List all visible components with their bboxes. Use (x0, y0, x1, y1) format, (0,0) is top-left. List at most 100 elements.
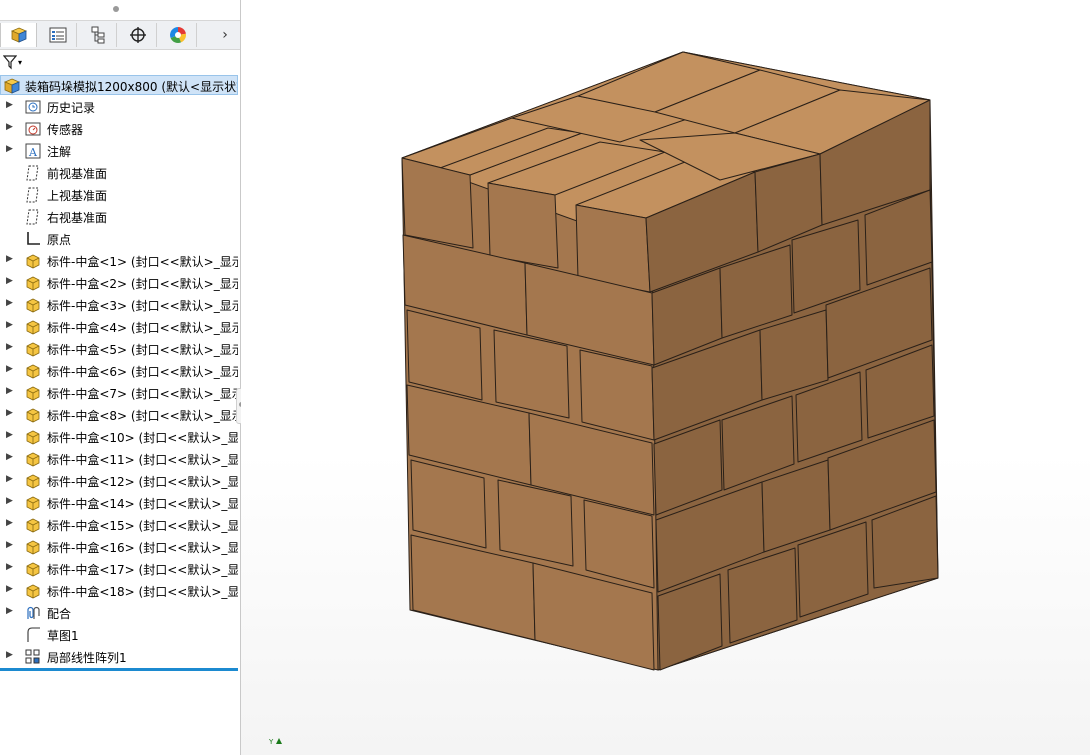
plane-icon (24, 164, 42, 182)
tree-node-label: 标件-中盒<2> (封口<<默认>_显示 (47, 277, 238, 291)
tree-node[interactable]: ▶ 标件-中盒<15> (封口<<默认>_显示 (0, 514, 238, 536)
graphics-area[interactable]: Y (241, 0, 1090, 755)
tree-node-label: 标件-中盒<16> (封口<<默认>_显示 (47, 541, 238, 555)
expand-arrow-icon[interactable]: ▶ (6, 606, 16, 616)
tree-node[interactable]: ▶ 标件-中盒<14> (封口<<默认>_显示 (0, 492, 238, 514)
expand-arrow-icon[interactable]: ▶ (6, 474, 16, 484)
part-icon (24, 582, 42, 600)
part-icon (24, 538, 42, 556)
plane-icon (24, 186, 42, 204)
sketch-icon (24, 626, 42, 644)
part-icon (24, 384, 42, 402)
part-icon (24, 340, 42, 358)
expand-arrow-icon[interactable]: ▶ (6, 562, 16, 572)
tree-node-label: 局部线性阵列1 (47, 651, 127, 665)
configurationmanager-tab[interactable] (80, 23, 117, 47)
expand-arrow-icon[interactable]: ▶ (6, 452, 16, 462)
tree-node[interactable]: ▶ 标件-中盒<2> (封口<<默认>_显示 (0, 272, 238, 294)
filter-bar: ▾ (0, 50, 240, 74)
tree-node-label: 前视基准面 (47, 167, 108, 181)
part-icon (24, 296, 42, 314)
expand-arrow-icon[interactable]: ▶ (6, 540, 16, 550)
configurationmanager-icon (91, 26, 105, 44)
expand-arrow-icon[interactable]: ▶ (6, 342, 16, 352)
expand-arrow-icon[interactable]: ▶ (6, 298, 16, 308)
tree-node-label: 标件-中盒<7> (封口<<默认>_显示 (47, 387, 238, 401)
expand-arrow-icon[interactable]: ▶ (6, 584, 16, 594)
feature-manager-panel: › ▾ 装箱码垛模拟1200x800 (默认<显示状态 ▶ 历史记录 ▶ 传感器 ▶ A 注… (0, 0, 241, 755)
carton-box-face[interactable] (487, 182, 559, 269)
tree-node[interactable]: ▶ 标件-中盒<5> (封口<<默认>_显示 (0, 338, 238, 360)
tree-root-assembly[interactable]: 装箱码垛模拟1200x800 (默认<显示状态 (0, 75, 238, 95)
tree-node-label: 标件-中盒<6> (封口<<默认>_显示 (47, 365, 238, 379)
display-manager-tab[interactable] (160, 23, 197, 47)
tree-node-label: 注解 (47, 145, 72, 159)
propertymanager-tab[interactable] (40, 23, 77, 47)
expand-arrow-icon[interactable]: ▶ (6, 276, 16, 286)
expand-arrow-icon[interactable]: ▶ (6, 320, 16, 330)
part-icon (24, 450, 42, 468)
tree-node-label: 标件-中盒<4> (封口<<默认>_显示 (47, 321, 238, 335)
tree-node[interactable]: 原点 (0, 228, 238, 250)
tree-node[interactable]: ▶ 标件-中盒<17> (封口<<默认>_显示 (0, 558, 238, 580)
panel-grip[interactable] (113, 6, 119, 12)
expand-arrow-icon[interactable]: ▶ (6, 364, 16, 374)
mate-icon (24, 604, 42, 622)
svg-text:A: A (28, 146, 38, 159)
tree-node-label: 配合 (47, 607, 72, 621)
expand-arrow-icon[interactable]: ▶ (6, 100, 16, 110)
expand-arrow-icon[interactable]: ▶ (6, 496, 16, 506)
tree-node[interactable]: ▶ 标件-中盒<8> (封口<<默认>_显示 (0, 404, 238, 426)
tree-node[interactable]: ▶ 标件-中盒<12> (封口<<默认>_显示 (0, 470, 238, 492)
expand-arrow-icon[interactable]: ▶ (6, 254, 16, 264)
tree-node[interactable]: ▶ 标件-中盒<6> (封口<<默认>_显示 (0, 360, 238, 382)
tree-node-label: 标件-中盒<5> (封口<<默认>_显示 (47, 343, 238, 357)
tree-node[interactable]: ▶ 历史记录 (0, 96, 238, 118)
tree-node-label: 标件-中盒<12> (封口<<默认>_显示 (47, 475, 238, 489)
dimxpert-tab[interactable] (120, 23, 157, 47)
expand-arrow-icon[interactable]: ▶ (6, 386, 16, 396)
tree-node[interactable]: ▶ 标件-中盒<11> (封口<<默认>_显示 (0, 448, 238, 470)
tree-node[interactable]: 前视基准面 (0, 162, 238, 184)
filter-dropdown-icon: ▾ (18, 57, 23, 67)
tree-node-label: 标件-中盒<18> (封口<<默认>_显示 (47, 585, 238, 599)
tree-node[interactable]: 上视基准面 (0, 184, 238, 206)
tree-node[interactable]: ▶ 标件-中盒<16> (封口<<默认>_显示 (0, 536, 238, 558)
tree-node[interactable]: ▶ A 注解 (0, 140, 238, 162)
filter-button[interactable]: ▾ (3, 52, 31, 72)
display-manager-icon (170, 26, 187, 43)
tree-node[interactable]: ▶ 传感器 (0, 118, 238, 140)
linear-pattern-icon (24, 648, 42, 666)
history-icon (24, 98, 42, 116)
featuremanager-tab[interactable] (0, 23, 37, 47)
expand-arrow-icon[interactable]: ▶ (6, 408, 16, 418)
featuremanager-icon (10, 27, 27, 43)
tree-node[interactable]: ▶ 配合 (0, 602, 238, 624)
tree-node-label: 标件-中盒<3> (封口<<默认>_显示 (47, 299, 238, 313)
expand-arrow-icon[interactable]: ▶ (6, 518, 16, 528)
tree-node[interactable]: ▶ 标件-中盒<3> (封口<<默认>_显示 (0, 294, 238, 316)
tree-node[interactable]: ▶ 局部线性阵列1 (0, 646, 238, 668)
tree-node[interactable]: 草图1 (0, 624, 238, 646)
expand-arrow-icon[interactable]: ▶ (6, 650, 16, 660)
tree-node[interactable]: ▶ 标件-中盒<7> (封口<<默认>_显示 (0, 382, 238, 404)
expand-arrow-icon[interactable]: ▶ (6, 122, 16, 132)
tree-node[interactable]: ▶ 标件-中盒<18> (封口<<默认>_显示 (0, 580, 238, 602)
expand-arrow-icon[interactable]: ▶ (6, 430, 16, 440)
part-icon (24, 428, 42, 446)
more-tabs-chevron-icon[interactable]: › (212, 23, 238, 47)
tree-node-label: 上视基准面 (47, 189, 108, 203)
tree-node-label: 标件-中盒<17> (封口<<默认>_显示 (47, 563, 238, 577)
expand-arrow-icon[interactable]: ▶ (6, 144, 16, 154)
tree-node[interactable]: ▶ 标件-中盒<10> (封口<<默认>_显示 (0, 426, 238, 448)
tree-node[interactable]: ▶ 标件-中盒<1> (封口<<默认>_显示 (0, 250, 238, 272)
part-icon (24, 494, 42, 512)
tree-node[interactable]: 右视基准面 (0, 206, 238, 228)
propertymanager-icon (49, 27, 67, 43)
manager-tabs: › (0, 20, 240, 50)
triad-axis-icon (275, 738, 282, 744)
tree-node[interactable]: ▶ 标件-中盒<4> (封口<<默认>_显示 (0, 316, 238, 338)
tree-node-label: 右视基准面 (47, 211, 108, 225)
carton-stack-model[interactable] (241, 0, 1090, 755)
annotation-icon: A (24, 142, 42, 160)
